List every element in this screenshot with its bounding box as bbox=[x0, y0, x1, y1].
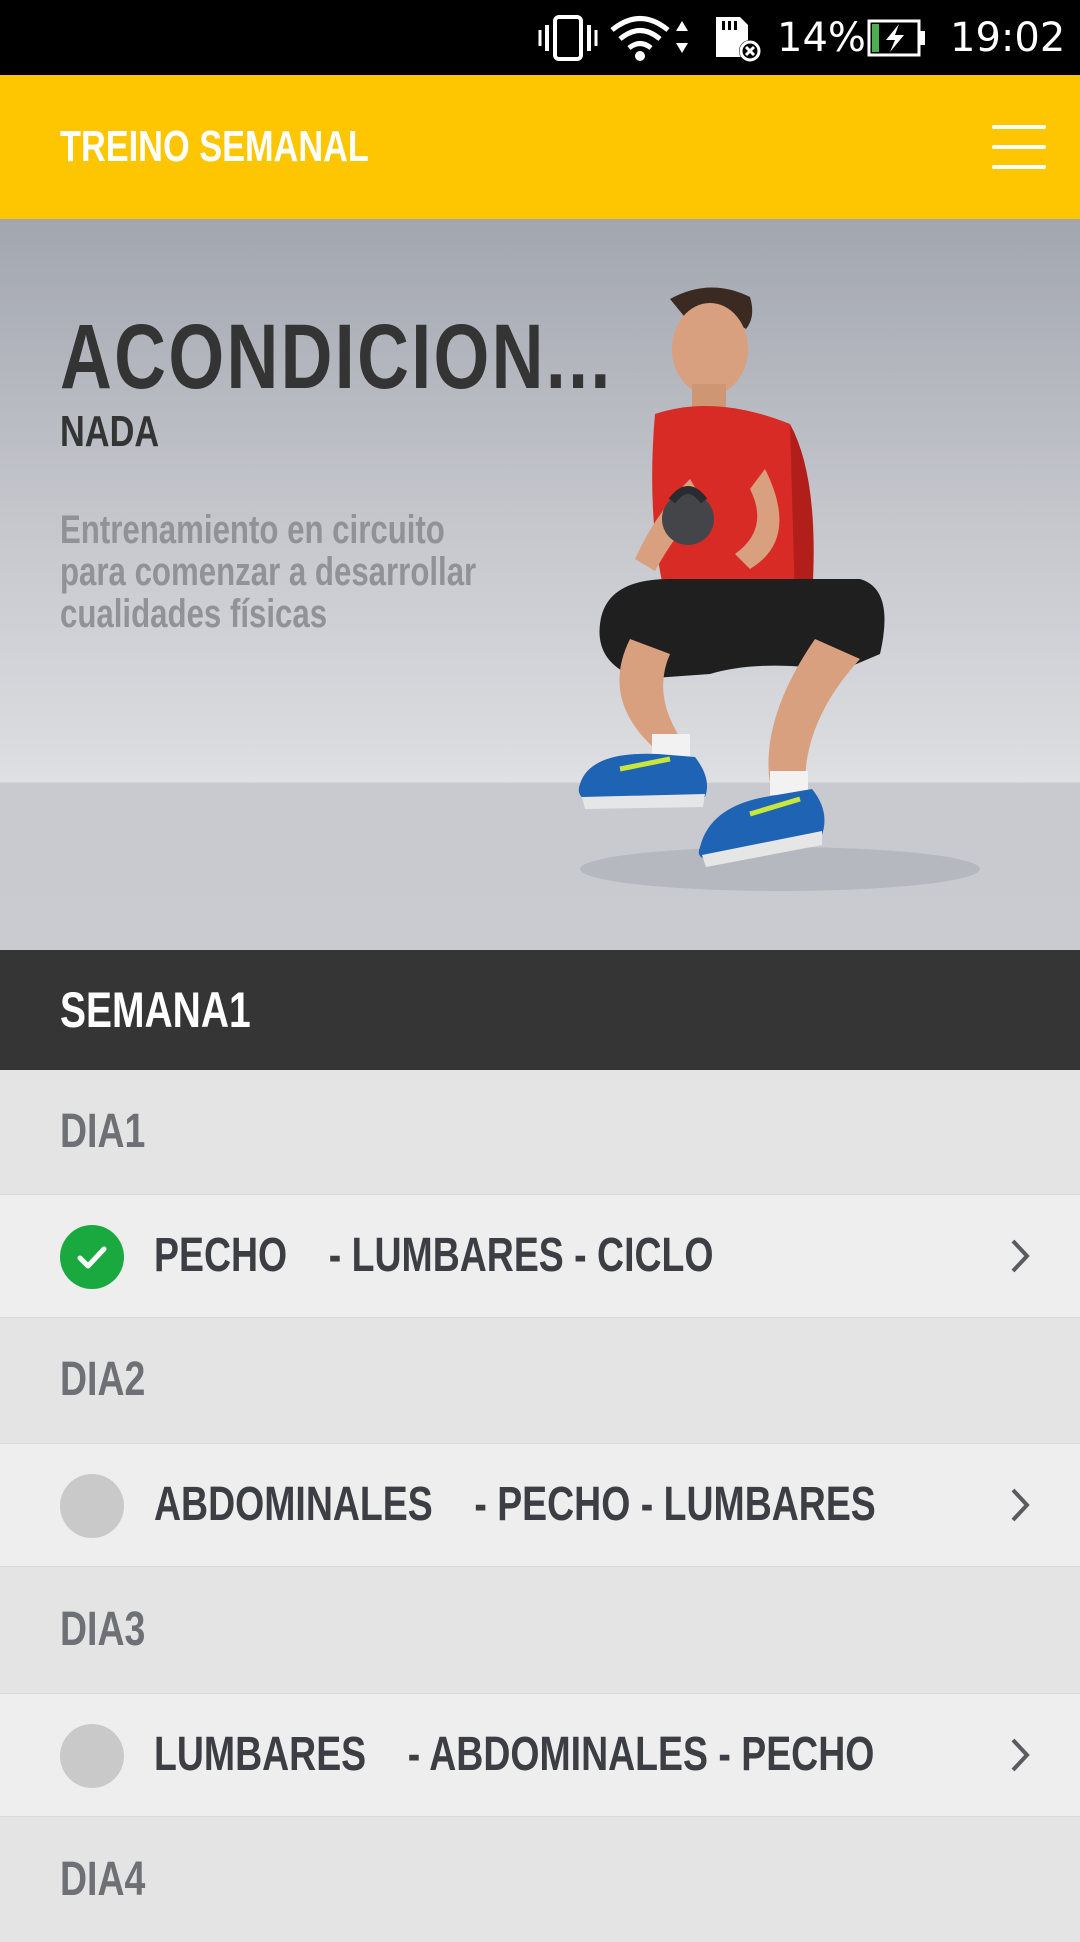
day-label: DIA4 bbox=[60, 1853, 146, 1906]
workout-name: PECHO - LUMBARES - CICLO bbox=[154, 1229, 714, 1282]
chevron-right-icon bbox=[1010, 1737, 1030, 1773]
week-label: SEMANA1 bbox=[60, 982, 251, 1038]
battery-charging-icon bbox=[866, 0, 928, 75]
day-header: DIA4 bbox=[0, 1818, 1080, 1942]
program-hero: ACONDICION... NADA Entrenamiento en circ… bbox=[0, 219, 1080, 950]
week-header: SEMANA1 bbox=[0, 950, 1080, 1070]
day-label: DIA2 bbox=[60, 1353, 146, 1406]
app-bar: TREINO SEMANAL bbox=[0, 75, 1080, 219]
day-header: DIA3 bbox=[0, 1568, 1080, 1692]
day-header: DIA1 bbox=[0, 1070, 1080, 1194]
workout-name: ABDOMINALES - PECHO - LUMBARES bbox=[154, 1478, 876, 1531]
day-label: DIA1 bbox=[60, 1105, 146, 1158]
menu-button[interactable] bbox=[986, 117, 1052, 177]
wifi-icon bbox=[608, 0, 692, 75]
workout-row-day2[interactable]: ABDOMINALES - PECHO - LUMBARES bbox=[0, 1443, 1080, 1567]
chevron-right-icon bbox=[1010, 1487, 1030, 1523]
completed-check-icon bbox=[60, 1225, 124, 1289]
program-level: NADA bbox=[60, 407, 160, 456]
workout-row-day3[interactable]: LUMBARES - ABDOMINALES - PECHO bbox=[0, 1693, 1080, 1817]
athlete-kettlebell-squat-image bbox=[560, 279, 1020, 929]
battery-percent: 14% bbox=[777, 14, 866, 61]
program-description: Entrenamiento en circuito para comenzar … bbox=[60, 509, 477, 636]
day-label: DIA3 bbox=[60, 1603, 146, 1656]
vibrate-icon bbox=[538, 0, 598, 75]
chevron-right-icon bbox=[1010, 1238, 1030, 1274]
sd-card-error-icon bbox=[712, 0, 764, 75]
clock: 19:02 bbox=[950, 14, 1066, 61]
app-title: TREINO SEMANAL bbox=[60, 122, 369, 171]
pending-status-icon bbox=[60, 1474, 124, 1538]
day-header: DIA2 bbox=[0, 1318, 1080, 1442]
workout-name: LUMBARES - ABDOMINALES - PECHO bbox=[154, 1728, 875, 1781]
status-bar: 14% 19:02 bbox=[0, 0, 1080, 75]
workout-row-day1[interactable]: PECHO - LUMBARES - CICLO bbox=[0, 1194, 1080, 1318]
pending-status-icon bbox=[60, 1724, 124, 1788]
